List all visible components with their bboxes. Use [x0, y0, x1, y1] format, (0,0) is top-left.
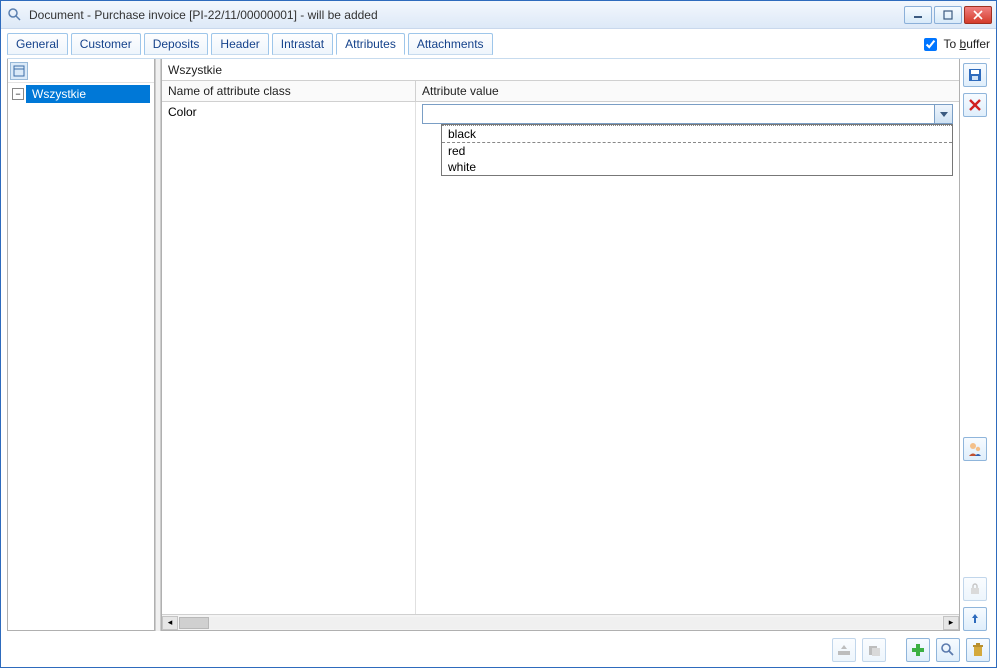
- grid-body: Color black red white: [162, 102, 959, 614]
- tab-customer[interactable]: Customer: [71, 33, 141, 55]
- tree-toolbar-button[interactable]: [10, 62, 28, 80]
- close-x-icon: [968, 98, 982, 112]
- open-icon: [836, 643, 852, 657]
- attr-name-cell[interactable]: Color: [162, 102, 416, 614]
- scroll-right-button[interactable]: ▸: [943, 616, 959, 630]
- col-header-value[interactable]: Attribute value: [416, 81, 959, 101]
- main-panel: Wszystkie Name of attribute class Attrib…: [161, 59, 960, 631]
- minimize-button[interactable]: [904, 6, 932, 24]
- tree-toolbar: [8, 59, 154, 83]
- to-buffer-label: To buffer: [944, 37, 991, 51]
- tab-header[interactable]: Header: [211, 33, 268, 55]
- search-icon: [940, 642, 956, 658]
- paste-button[interactable]: [862, 638, 886, 662]
- plus-icon: [910, 642, 926, 658]
- dropdown-option[interactable]: black: [442, 125, 952, 143]
- tree-body: − Wszystkie: [8, 83, 154, 630]
- attr-value-dropdown[interactable]: black red white: [441, 124, 953, 176]
- dropdown-option[interactable]: white: [442, 159, 952, 175]
- to-buffer-checkbox[interactable]: To buffer: [920, 35, 991, 54]
- find-button[interactable]: [936, 638, 960, 662]
- chevron-down-icon: [939, 109, 949, 119]
- tab-attachments[interactable]: Attachments: [408, 33, 493, 55]
- save-button[interactable]: [963, 63, 987, 87]
- scroll-thumb[interactable]: [179, 617, 209, 629]
- tree-node-root[interactable]: − Wszystkie: [8, 83, 154, 105]
- bottom-toolbar: [1, 637, 996, 667]
- tab-intrastat[interactable]: Intrastat: [272, 33, 333, 55]
- tree-node-label[interactable]: Wszystkie: [26, 85, 150, 103]
- person-icon: [967, 441, 983, 457]
- tree-expander-icon[interactable]: −: [12, 88, 24, 100]
- close-button[interactable]: [964, 6, 992, 24]
- app-icon: [7, 7, 23, 23]
- tab-general[interactable]: General: [7, 33, 68, 55]
- scroll-left-button[interactable]: ◂: [162, 616, 178, 630]
- attr-value-combobox[interactable]: [422, 104, 953, 124]
- user-button[interactable]: [963, 437, 987, 461]
- save-icon: [967, 67, 983, 83]
- window-title: Document - Purchase invoice [PI-22/11/00…: [29, 8, 898, 22]
- paste-icon: [866, 643, 882, 657]
- to-buffer-input[interactable]: [924, 38, 937, 51]
- window-controls: [904, 6, 992, 24]
- pin-icon: [968, 612, 982, 626]
- right-sidebar: [960, 59, 990, 631]
- lock-button[interactable]: [963, 577, 987, 601]
- combo-dropdown-button[interactable]: [934, 105, 952, 123]
- scroll-track[interactable]: [179, 617, 942, 629]
- tab-bar: General Customer Deposits Header Intrast…: [1, 29, 996, 58]
- lock-icon: [968, 582, 982, 596]
- tab-deposits[interactable]: Deposits: [144, 33, 209, 55]
- pin-button[interactable]: [963, 607, 987, 631]
- content-area: − Wszystkie Wszystkie Name of attribute …: [7, 58, 990, 631]
- tab-attributes[interactable]: Attributes: [336, 33, 405, 55]
- attr-value-cell[interactable]: black red white: [416, 102, 959, 614]
- tree-panel: − Wszystkie: [7, 59, 155, 631]
- add-button[interactable]: [906, 638, 930, 662]
- cancel-button[interactable]: [963, 93, 987, 117]
- app-window: Document - Purchase invoice [PI-22/11/00…: [0, 0, 997, 668]
- maximize-button[interactable]: [934, 6, 962, 24]
- trash-icon: [971, 642, 985, 658]
- dropdown-option[interactable]: red: [442, 143, 952, 159]
- attr-value-input[interactable]: [423, 105, 934, 123]
- delete-button[interactable]: [966, 638, 990, 662]
- col-header-name[interactable]: Name of attribute class: [162, 81, 416, 101]
- main-panel-caption: Wszystkie: [162, 59, 959, 80]
- open-button[interactable]: [832, 638, 856, 662]
- titlebar: Document - Purchase invoice [PI-22/11/00…: [1, 1, 996, 29]
- horizontal-scrollbar[interactable]: ◂ ▸: [162, 614, 959, 630]
- grid-header: Name of attribute class Attribute value: [162, 80, 959, 102]
